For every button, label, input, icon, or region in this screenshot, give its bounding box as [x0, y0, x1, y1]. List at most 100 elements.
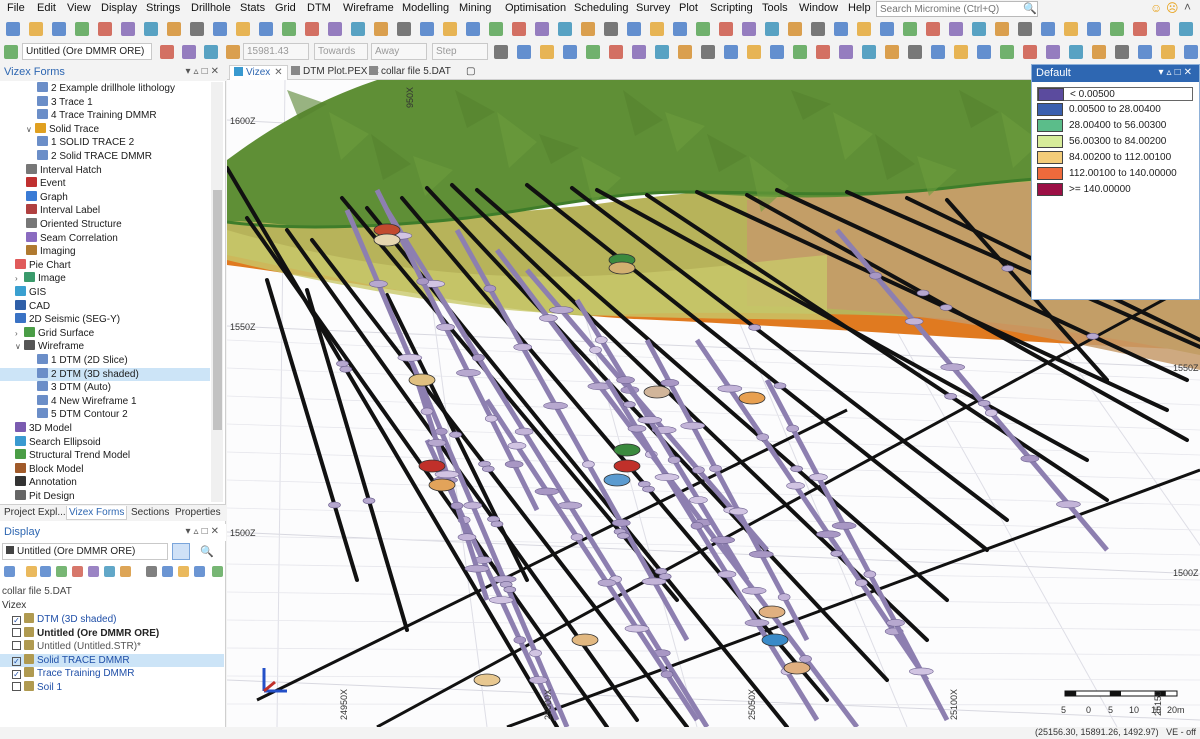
toolbar-icon[interactable]: [673, 22, 687, 36]
toolbar-icon[interactable]: [397, 22, 411, 36]
toolbar-icon[interactable]: [908, 45, 922, 59]
towards-field[interactable]: Towards: [314, 43, 368, 60]
toolbar-icon[interactable]: [834, 22, 848, 36]
display-tool-icon[interactable]: [88, 566, 99, 577]
toolbar-icon[interactable]: [1133, 22, 1147, 36]
display-tool-icon[interactable]: [120, 566, 131, 577]
legend-buttons[interactable]: ▾▵□✕: [1159, 67, 1195, 78]
toolbar-icon[interactable]: [182, 45, 196, 59]
smiley-icon[interactable]: ☺: [1150, 1, 1162, 15]
tree-item[interactable]: Imaging: [26, 245, 76, 258]
legend-row[interactable]: 56.00300 to 84.00200: [1037, 135, 1193, 149]
toolbar-icon[interactable]: [282, 22, 296, 36]
toolbar-icon[interactable]: [1023, 45, 1037, 59]
layer-checkbox[interactable]: [12, 682, 21, 691]
menu-window[interactable]: Window: [799, 2, 838, 14]
tree-item[interactable]: 1 SOLID TRACE 2: [37, 136, 134, 149]
toolbar-icon[interactable]: [724, 45, 738, 59]
toolbar-icon[interactable]: [701, 45, 715, 59]
tree-item[interactable]: Pie Chart: [15, 258, 71, 272]
toolbar-icon[interactable]: [604, 22, 618, 36]
display-combo[interactable]: Untitled (Ore DMMR ORE): [2, 543, 168, 560]
doc-tab[interactable]: Vizex ✕: [229, 65, 288, 80]
toolbar-icon[interactable]: [977, 45, 991, 59]
layer-checkbox[interactable]: ✓: [12, 670, 21, 680]
legend-panel[interactable]: Default ▾▵□✕ < 0.00500 0.00500 to 28.0040…: [1031, 64, 1200, 300]
chevron-down-icon[interactable]: ∨: [26, 123, 35, 136]
toolbar-icon[interactable]: [926, 22, 940, 36]
tree-item[interactable]: › Grid Surface: [15, 326, 94, 340]
toolbar-icon[interactable]: [632, 45, 646, 59]
search-input[interactable]: [876, 1, 1038, 17]
tree-item[interactable]: Oriented Structure: [26, 218, 122, 231]
menu-stats[interactable]: Stats: [240, 2, 265, 14]
menu-wireframe[interactable]: Wireframe: [343, 2, 394, 14]
toolbar-icon[interactable]: [226, 45, 240, 59]
toolbar-icon[interactable]: [862, 45, 876, 59]
toolbar-icon[interactable]: [793, 45, 807, 59]
tree-item[interactable]: ∨ Solid Trace: [26, 122, 99, 136]
tree-item[interactable]: Annotation: [15, 476, 77, 489]
tree-item[interactable]: Block Model: [15, 462, 83, 476]
toolbar-icon[interactable]: [581, 22, 595, 36]
collapse-ribbon-icon[interactable]: ˄: [1184, 0, 1191, 14]
menu-file[interactable]: File: [7, 2, 25, 14]
toolbar-icon[interactable]: [305, 22, 319, 36]
form-set-combo[interactable]: Untitled (Ore DMMR ORE): [22, 43, 152, 60]
toolbar-icon[interactable]: [839, 45, 853, 59]
pane-tab[interactable]: Vizex Forms: [66, 506, 128, 520]
menu-plot[interactable]: Plot: [679, 2, 698, 14]
menu-mining[interactable]: Mining: [459, 2, 491, 14]
display-toggle-button[interactable]: [172, 543, 190, 560]
toolbar-icon[interactable]: [4, 45, 18, 59]
menu-survey[interactable]: Survey: [636, 2, 670, 14]
toolbar-icon[interactable]: [29, 22, 43, 36]
search-icon[interactable]: 🔍: [1023, 2, 1037, 15]
display-layer[interactable]: Soil 1: [0, 681, 224, 694]
toolbar-icon[interactable]: [160, 45, 174, 59]
toolbar-icon[interactable]: [328, 22, 342, 36]
tree-item[interactable]: Interval Hatch: [26, 163, 102, 177]
toolbar-icon[interactable]: [374, 22, 388, 36]
toolbar-icon[interactable]: [949, 22, 963, 36]
toolbar-icon[interactable]: [6, 22, 20, 36]
menu-optimisation[interactable]: Optimisation: [505, 2, 566, 14]
menu-edit[interactable]: Edit: [37, 2, 56, 14]
toolbar-icon[interactable]: [1087, 22, 1101, 36]
display-layer[interactable]: Untitled (Untitled.STR)*: [0, 640, 224, 653]
layer-checkbox[interactable]: ✓: [12, 656, 21, 666]
toolbar-icon[interactable]: [696, 22, 710, 36]
toolbar-icon[interactable]: [880, 22, 894, 36]
toolbar-icon[interactable]: [931, 45, 945, 59]
display-tool-icon[interactable]: [212, 566, 223, 577]
tree-item[interactable]: ∨ Wireframe: [15, 340, 84, 353]
menu-drillhole[interactable]: Drillhole: [191, 2, 231, 14]
toolbar-icon[interactable]: [540, 45, 554, 59]
display-search-icon[interactable]: 🔍: [200, 545, 214, 558]
new-tab-icon[interactable]: ▢: [462, 65, 479, 80]
toolbar-icon[interactable]: [1156, 22, 1170, 36]
toolbar-icon[interactable]: [144, 22, 158, 36]
toolbar-icon[interactable]: [627, 22, 641, 36]
doc-tab[interactable]: collar file 5.DAT: [365, 65, 455, 80]
layer-checkbox[interactable]: ✓: [12, 616, 21, 625]
display-tool-icon[interactable]: [178, 566, 189, 577]
toolbar-icon[interactable]: [558, 22, 572, 36]
toolbar-icon[interactable]: [204, 45, 218, 59]
tree-item[interactable]: 3 DTM (Auto): [37, 381, 111, 394]
legend-row[interactable]: 84.00200 to 112.00100: [1037, 151, 1193, 165]
tree-item[interactable]: 4 New Wireframe 1: [37, 394, 137, 408]
toolbar-icon[interactable]: [770, 45, 784, 59]
toolbar-icon[interactable]: [1110, 22, 1124, 36]
display-tool-icon[interactable]: [162, 566, 173, 577]
display-pane-buttons[interactable]: ▾▵□✕: [186, 526, 222, 537]
display-tool-icon[interactable]: [26, 566, 37, 577]
tree-item[interactable]: Pit Design: [15, 490, 75, 503]
pane-tab[interactable]: Sections: [129, 506, 171, 519]
toolbar-icon[interactable]: [420, 22, 434, 36]
toolbar-icon[interactable]: [678, 45, 692, 59]
toolbar-icon[interactable]: [1069, 45, 1083, 59]
toolbar-icon[interactable]: [1161, 45, 1175, 59]
legend-row[interactable]: 112.00100 to 140.00000: [1037, 167, 1193, 181]
display-tool-icon[interactable]: [56, 566, 67, 577]
